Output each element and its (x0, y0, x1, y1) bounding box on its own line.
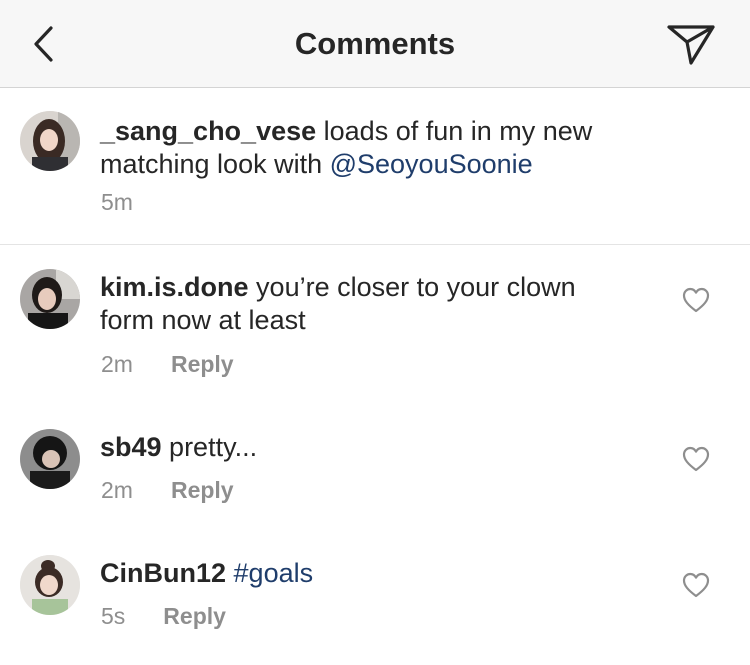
comment-text: kim.is.done you’re closer to your clown f… (100, 271, 660, 337)
comment-line1: you’re closer to your clown (248, 272, 576, 302)
caption-line2: matching look with (100, 149, 330, 179)
profile-photo (20, 429, 80, 489)
paper-plane-icon (667, 25, 715, 65)
reply-button[interactable]: Reply (171, 477, 234, 503)
heart-icon (682, 446, 710, 472)
profile-photo (20, 269, 80, 329)
chevron-left-icon (34, 26, 53, 62)
heart-icon (682, 287, 710, 313)
page-title: Comments (294, 26, 456, 61)
comment-timestamp: 2m (101, 477, 133, 503)
username-link[interactable]: kim.is.done (100, 272, 249, 302)
comment-line1: pretty... (161, 432, 258, 462)
avatar[interactable] (20, 555, 80, 615)
comment-spacer (226, 558, 234, 588)
caption-timestamp: 5m (101, 189, 133, 215)
comment-timestamp: 5s (101, 603, 126, 629)
reply-button[interactable]: Reply (163, 603, 226, 629)
share-button[interactable] (664, 20, 718, 68)
post-caption: _sang_cho_vese loads of fun in my new mat… (0, 88, 750, 245)
hashtag-link[interactable]: #goals (234, 558, 314, 588)
like-button[interactable] (682, 572, 710, 598)
avatar[interactable] (20, 429, 80, 489)
comment-meta: 5s Reply (101, 602, 226, 630)
caption-text: _sang_cho_vese loads of fun in my new mat… (100, 115, 700, 181)
username-link[interactable]: _sang_cho_vese (100, 116, 316, 146)
reply-button[interactable]: Reply (171, 351, 234, 377)
like-button[interactable] (682, 446, 710, 472)
comment-text: CinBun12 #goals (100, 557, 660, 590)
mention-link[interactable]: @SeoyouSoonie (330, 149, 533, 179)
avatar[interactable] (20, 111, 80, 171)
like-button[interactable] (682, 287, 710, 313)
comment-text: sb49 pretty... (100, 431, 660, 464)
comment-timestamp: 2m (101, 351, 133, 377)
avatar[interactable] (20, 269, 80, 329)
back-button[interactable] (26, 22, 66, 66)
heart-icon (682, 572, 710, 598)
comment-meta: 2m Reply (101, 476, 234, 504)
comment-line2: form now at least (100, 305, 306, 335)
top-bar: Comments (0, 0, 750, 88)
username-link[interactable]: CinBun12 (100, 558, 226, 588)
comment-meta: 2m Reply (101, 350, 234, 378)
username-link[interactable]: sb49 (100, 432, 162, 462)
profile-photo (20, 555, 80, 615)
caption-line1: loads of fun in my new (316, 116, 593, 146)
profile-photo (20, 111, 80, 171)
